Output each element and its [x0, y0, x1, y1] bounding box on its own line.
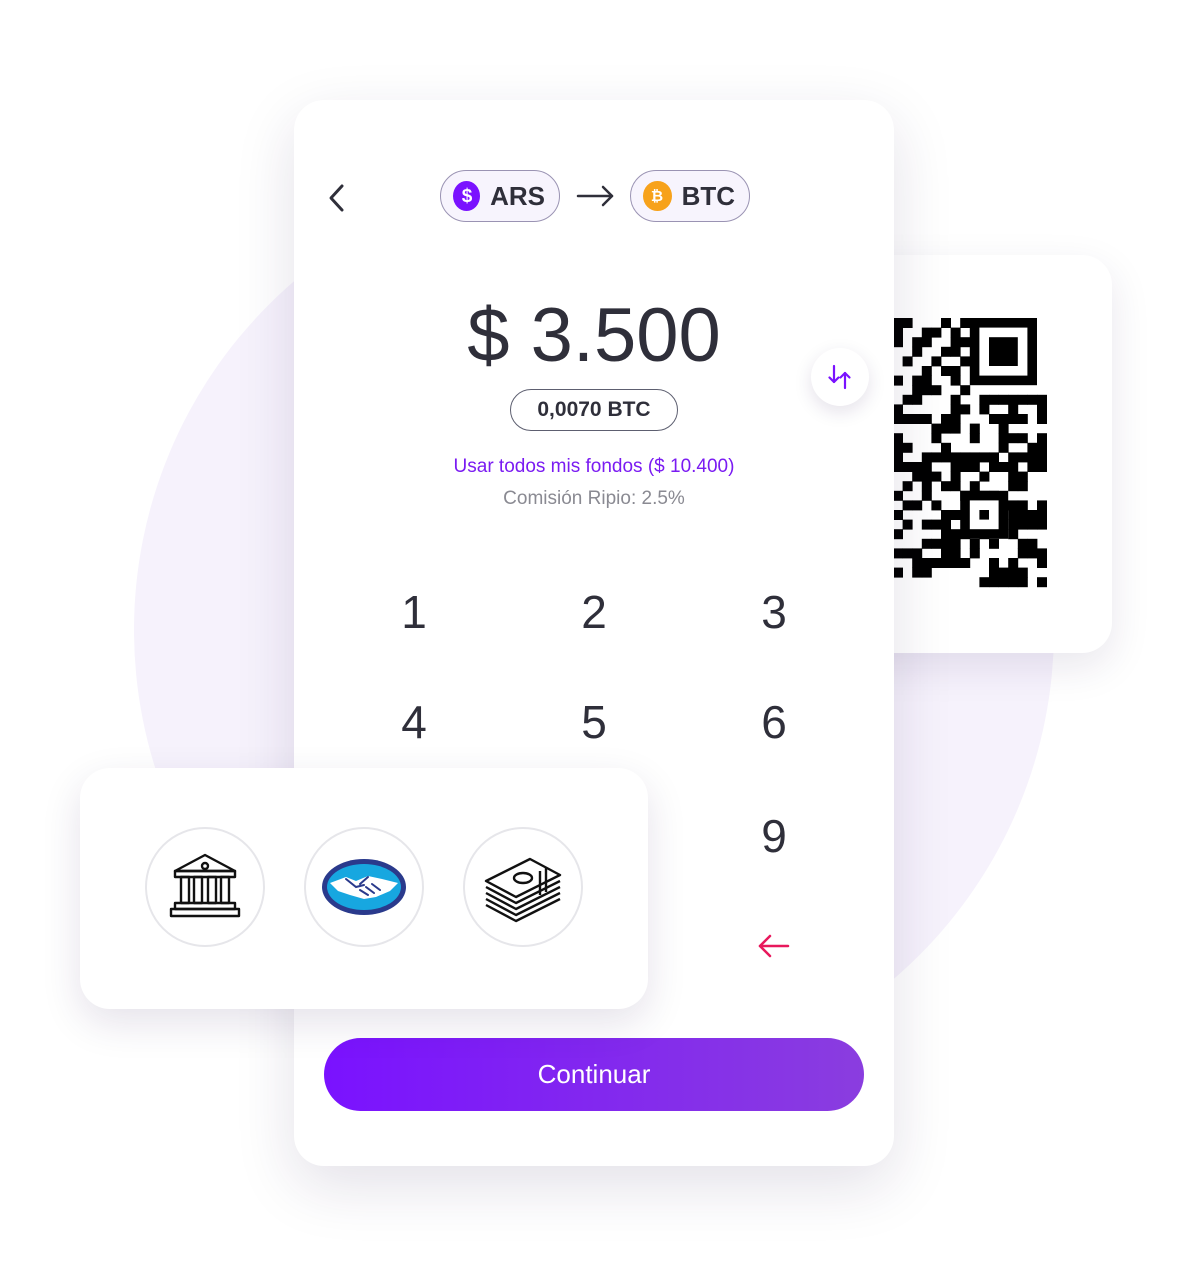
key-5[interactable]: 5 [534, 682, 654, 762]
continue-button[interactable]: Continuar [324, 1038, 864, 1111]
key-2[interactable]: 2 [534, 572, 654, 652]
to-currency-label: BTC [681, 180, 735, 211]
swap-vertical-icon [828, 364, 851, 390]
key-6[interactable]: 6 [714, 682, 834, 762]
mercadopago-handshake-icon [322, 859, 406, 915]
fee-info: Comisión Ripio: 2.5% [503, 488, 685, 509]
converted-amount-badge: 0,0070 BTC [510, 389, 678, 431]
payment-option-cash[interactable] [463, 827, 583, 947]
payment-methods-card [80, 768, 648, 1009]
key-9[interactable]: 9 [714, 796, 834, 876]
to-currency-chip[interactable]: ₿ BTC [630, 170, 750, 222]
key-4[interactable]: 4 [354, 682, 474, 762]
swap-currency-button[interactable] [811, 348, 869, 406]
amount-display: $ 3.500 [467, 293, 721, 378]
back-button[interactable] [322, 180, 352, 216]
use-all-funds-link[interactable]: Usar todos mis fondos ($ 10.400) [294, 456, 894, 478]
key-3[interactable]: 3 [714, 572, 834, 652]
dollar-coin-icon: $ [453, 181, 481, 211]
payment-option-mercadopago[interactable] [304, 827, 424, 947]
payment-option-bank[interactable] [145, 827, 265, 947]
svg-text:₿: ₿ [651, 188, 663, 205]
arrow-right-icon [576, 185, 614, 207]
cash-stack-icon [484, 857, 562, 923]
from-currency-label: ARS [490, 180, 545, 211]
qr-code-icon [893, 318, 1047, 588]
svg-text:$: $ [461, 186, 472, 207]
backspace-key[interactable] [714, 906, 834, 986]
arrow-left-icon [758, 934, 790, 958]
from-currency-chip[interactable]: $ ARS [440, 170, 560, 222]
key-1[interactable]: 1 [354, 572, 474, 652]
bank-icon [169, 853, 241, 918]
bitcoin-coin-icon: ₿ [643, 181, 672, 211]
chevron-left-icon [329, 184, 344, 212]
